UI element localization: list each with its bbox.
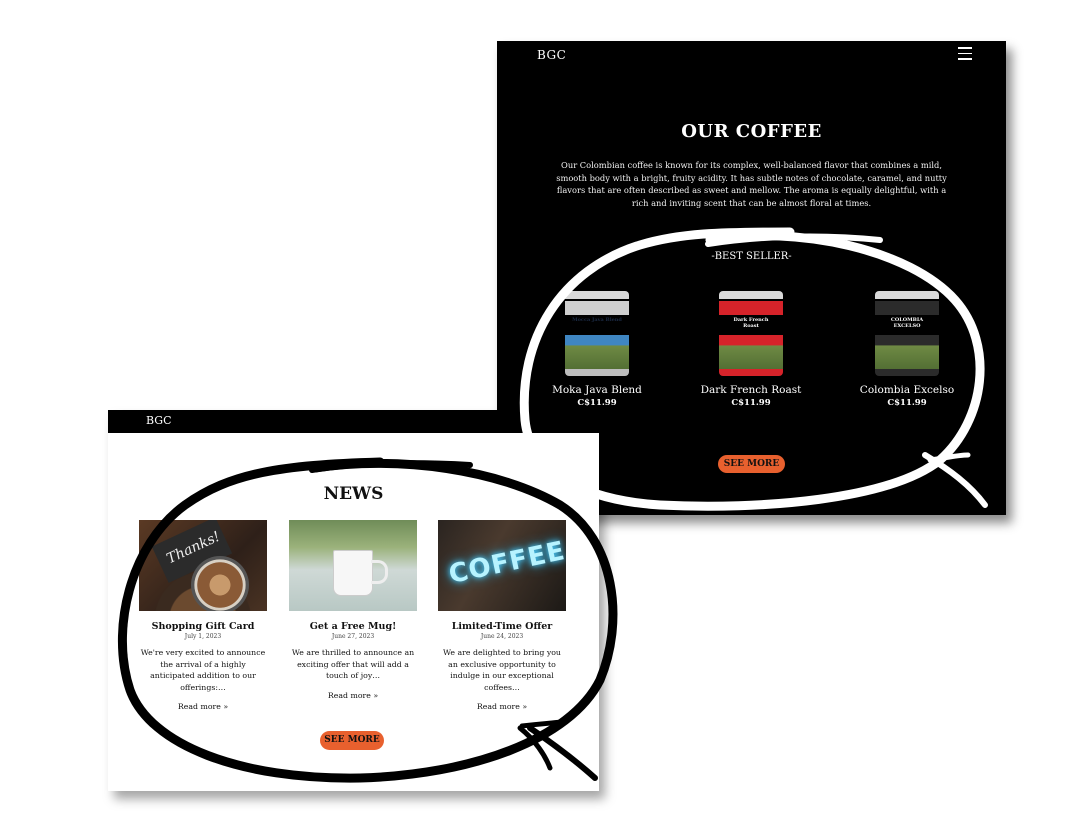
news-card-free-mug[interactable]: Get a Free Mug! June 27, 2023 We are thr… (289, 520, 417, 700)
coffee-description: Our Colombian coffee is known for its co… (556, 160, 947, 208)
brand-logo[interactable]: BGC (146, 414, 172, 427)
news-card-limited-offer[interactable]: COFFEE Limited-Time Offer June 24, 2023 … (438, 520, 566, 711)
news-title[interactable]: Limited-Time Offer (438, 621, 566, 632)
best-seller-label: -BEST SELLER- (711, 251, 792, 262)
news-date: June 24, 2023 (480, 633, 524, 640)
product-card-moka-java[interactable]: Mocca Java Blend Moka Java Blend C$11.99 (537, 291, 657, 408)
news-see-more-button[interactable]: SEE MORE (320, 731, 384, 750)
news-title[interactable]: Get a Free Mug! (289, 621, 417, 632)
news-title[interactable]: Shopping Gift Card (139, 621, 267, 632)
product-price: C$11.99 (887, 398, 927, 408)
product-price: C$11.99 (731, 398, 771, 408)
news-section: BGC NEWS Thanks! Shopping Gift Card July… (108, 410, 599, 791)
news-card-gift-card[interactable]: Thanks! Shopping Gift Card July 1, 2023 … (139, 520, 267, 711)
section-title: OUR COFFEE (681, 121, 822, 142)
news-date: July 1, 2023 (184, 633, 222, 640)
can-label: Mocca Java Blend (572, 317, 622, 323)
section-title: NEWS (323, 484, 384, 504)
coffee-can-image[interactable]: COLOMBIA EXCELSO (875, 291, 939, 376)
product-card-colombia-excelso[interactable]: COLOMBIA EXCELSO Colombia Excelso C$11.9… (847, 291, 967, 408)
news-excerpt: We are thrilled to announce an exciting … (291, 648, 415, 680)
mug-icon (333, 550, 373, 596)
coffee-see-more-button[interactable]: SEE MORE (718, 455, 785, 473)
brand-logo[interactable]: BGC (537, 48, 566, 62)
navbar: BGC (108, 410, 599, 433)
read-more-link[interactable]: Read more » (139, 702, 267, 711)
coffee-can-image[interactable]: Dark French Roast (719, 291, 783, 376)
product-name[interactable]: Moka Java Blend (537, 384, 657, 396)
product-price: C$11.99 (577, 398, 617, 408)
read-more-link[interactable]: Read more » (289, 691, 417, 700)
news-thumbnail[interactable]: COFFEE (438, 520, 566, 611)
can-label: Dark French Roast (733, 317, 769, 329)
news-thumbnail[interactable] (289, 520, 417, 611)
can-label: COLOMBIA EXCELSO (890, 317, 924, 329)
product-name[interactable]: Colombia Excelso (847, 384, 967, 396)
product-card-dark-french[interactable]: Dark French Roast Dark French Roast C$11… (691, 291, 811, 408)
coffee-can-image[interactable]: Mocca Java Blend (565, 291, 629, 376)
read-more-link[interactable]: Read more » (438, 702, 566, 711)
neon-sign-text: COFFEE (446, 536, 566, 590)
news-excerpt: We're very excited to announce the arriv… (140, 648, 266, 692)
news-excerpt: We are delighted to bring you an exclusi… (443, 648, 561, 692)
latte-cup-icon (191, 556, 249, 611)
product-name[interactable]: Dark French Roast (691, 384, 811, 396)
news-thumbnail[interactable]: Thanks! (139, 520, 267, 611)
hamburger-menu-icon[interactable] (958, 47, 972, 60)
news-date: June 27, 2023 (331, 633, 375, 640)
